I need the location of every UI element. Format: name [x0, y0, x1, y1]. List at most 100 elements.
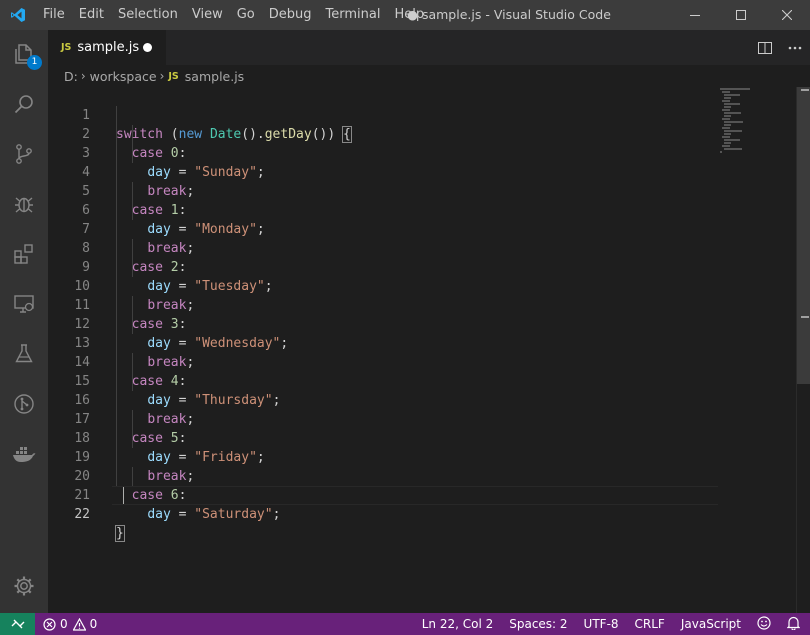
scrollbar-thumb[interactable] — [797, 87, 810, 384]
breadcrumb-file[interactable]: sample.js — [185, 69, 244, 84]
code-line: 22 } — [48, 486, 728, 542]
minimap-line — [720, 151, 722, 153]
menu-edit[interactable]: Edit — [72, 0, 111, 30]
editor-tab-bar: JS sample.js — [48, 30, 810, 65]
minimap-line — [724, 115, 731, 117]
title-bar: File Edit Selection View Go Debug Termin… — [0, 0, 810, 30]
feedback-button[interactable] — [749, 613, 779, 635]
menu-go[interactable]: Go — [230, 0, 262, 30]
code-line: 7 break; — [48, 201, 728, 256]
breadcrumb-folder[interactable]: workspace — [90, 69, 157, 84]
gear-icon — [14, 576, 34, 596]
minimap-line — [722, 109, 730, 111]
extensions-button[interactable] — [0, 230, 48, 278]
code-line: 12 day = "Wednesday"; — [48, 296, 728, 351]
indentation[interactable]: Spaces: 2 — [501, 613, 575, 635]
minimap-line — [724, 148, 742, 150]
vertical-scrollbar[interactable] — [796, 87, 810, 613]
minimap[interactable] — [718, 87, 794, 613]
minimap-line — [724, 97, 731, 99]
menu-selection[interactable]: Selection — [111, 0, 185, 30]
search-icon — [14, 95, 33, 114]
breadcrumb-drive[interactable]: D: — [64, 69, 78, 84]
debug-icon — [15, 197, 33, 213]
unsaved-dot-icon[interactable] — [143, 43, 152, 52]
minimap-line — [724, 106, 731, 108]
extensions-icon — [14, 244, 33, 264]
day-string: "Saturday" — [194, 507, 273, 522]
smiley-icon — [757, 616, 771, 630]
minimap-line — [724, 112, 741, 114]
warning-icon — [72, 617, 86, 631]
minimap-line — [722, 100, 730, 102]
remote-indicator[interactable] — [0, 613, 35, 635]
maximize-icon — [736, 10, 746, 20]
source-control-icon — [16, 144, 32, 164]
activity-bar: 1 — [0, 30, 48, 613]
source-control-button[interactable] — [0, 130, 48, 178]
maximize-button[interactable] — [718, 0, 764, 30]
minimize-icon — [690, 15, 700, 16]
split-editor-icon — [758, 41, 772, 54]
git-graph-button[interactable] — [0, 380, 48, 428]
close-icon — [782, 10, 792, 20]
menu-debug[interactable]: Debug — [262, 0, 319, 30]
code-text: } — [115, 524, 125, 543]
minimap-line — [724, 133, 731, 135]
code-line: 20 case 6: — [48, 448, 728, 503]
vscode-logo-icon — [0, 0, 36, 30]
git-graph-icon — [14, 394, 34, 414]
warning-count: 0 — [89, 617, 98, 631]
language-mode[interactable]: JavaScript — [673, 613, 749, 635]
menu-view[interactable]: View — [185, 0, 230, 30]
menu-file[interactable]: File — [36, 0, 72, 30]
status-bar: 0 0 Ln 22, Col 2 Spaces: 2 UTF-8 CRLF Ja… — [0, 613, 810, 635]
minimap-line — [724, 130, 742, 132]
code-line: 13 break; — [48, 315, 728, 370]
code-line: 2 case 0: — [48, 106, 728, 161]
minimap-line — [724, 139, 740, 141]
code-line: 6 day = "Monday"; — [48, 182, 728, 237]
remote-explorer-button[interactable] — [0, 280, 48, 328]
minimap-line — [720, 88, 750, 90]
cursor-position[interactable]: Ln 22, Col 2 — [414, 613, 502, 635]
notifications-button[interactable] — [779, 613, 810, 635]
code-line: 21 day = "Saturday"; — [48, 467, 728, 522]
minimize-button[interactable] — [672, 0, 718, 30]
line-number: 22 — [74, 507, 90, 522]
split-editor-button[interactable] — [750, 30, 780, 65]
overview-ruler-mark — [801, 89, 809, 91]
minimap-line — [722, 127, 730, 129]
code-line: 4 break; — [48, 144, 728, 199]
minimap-line — [724, 94, 740, 96]
tab-sample-js[interactable]: JS sample.js — [48, 30, 166, 65]
matching-brace: } — [115, 525, 125, 542]
menu-terminal[interactable]: Terminal — [319, 0, 388, 30]
debug-button[interactable] — [0, 180, 48, 228]
close-button[interactable] — [764, 0, 810, 30]
remote-icon — [11, 619, 24, 629]
code-line: 1 switch (new Date().getDay()) { — [48, 87, 728, 143]
explorer-button[interactable]: 1 — [0, 30, 48, 78]
docker-button[interactable] — [0, 430, 48, 478]
flask-icon — [15, 344, 33, 363]
minimap-line — [724, 121, 743, 123]
search-button[interactable] — [0, 80, 48, 128]
more-actions-button[interactable] — [780, 30, 810, 65]
encoding[interactable]: UTF-8 — [576, 613, 627, 635]
minimap-line — [722, 136, 730, 138]
minimap-line — [724, 142, 731, 144]
testing-button[interactable] — [0, 330, 48, 378]
code-editor[interactable]: 1 switch (new Date().getDay()) { 2 case … — [48, 87, 810, 613]
manage-settings-button[interactable] — [0, 562, 48, 610]
docker-icon — [13, 447, 36, 462]
code-line: 3 day = "Sunday"; — [48, 125, 728, 180]
error-count: 0 — [60, 617, 68, 631]
minimap-line — [722, 118, 730, 120]
chevron-right-icon: › — [159, 69, 165, 83]
end-of-line[interactable]: CRLF — [627, 613, 673, 635]
chevron-right-icon: › — [80, 69, 86, 83]
problems-indicator[interactable]: 0 0 — [35, 617, 97, 631]
code-line: 11 case 3: — [48, 277, 728, 332]
code-line: 19 break; — [48, 429, 728, 484]
